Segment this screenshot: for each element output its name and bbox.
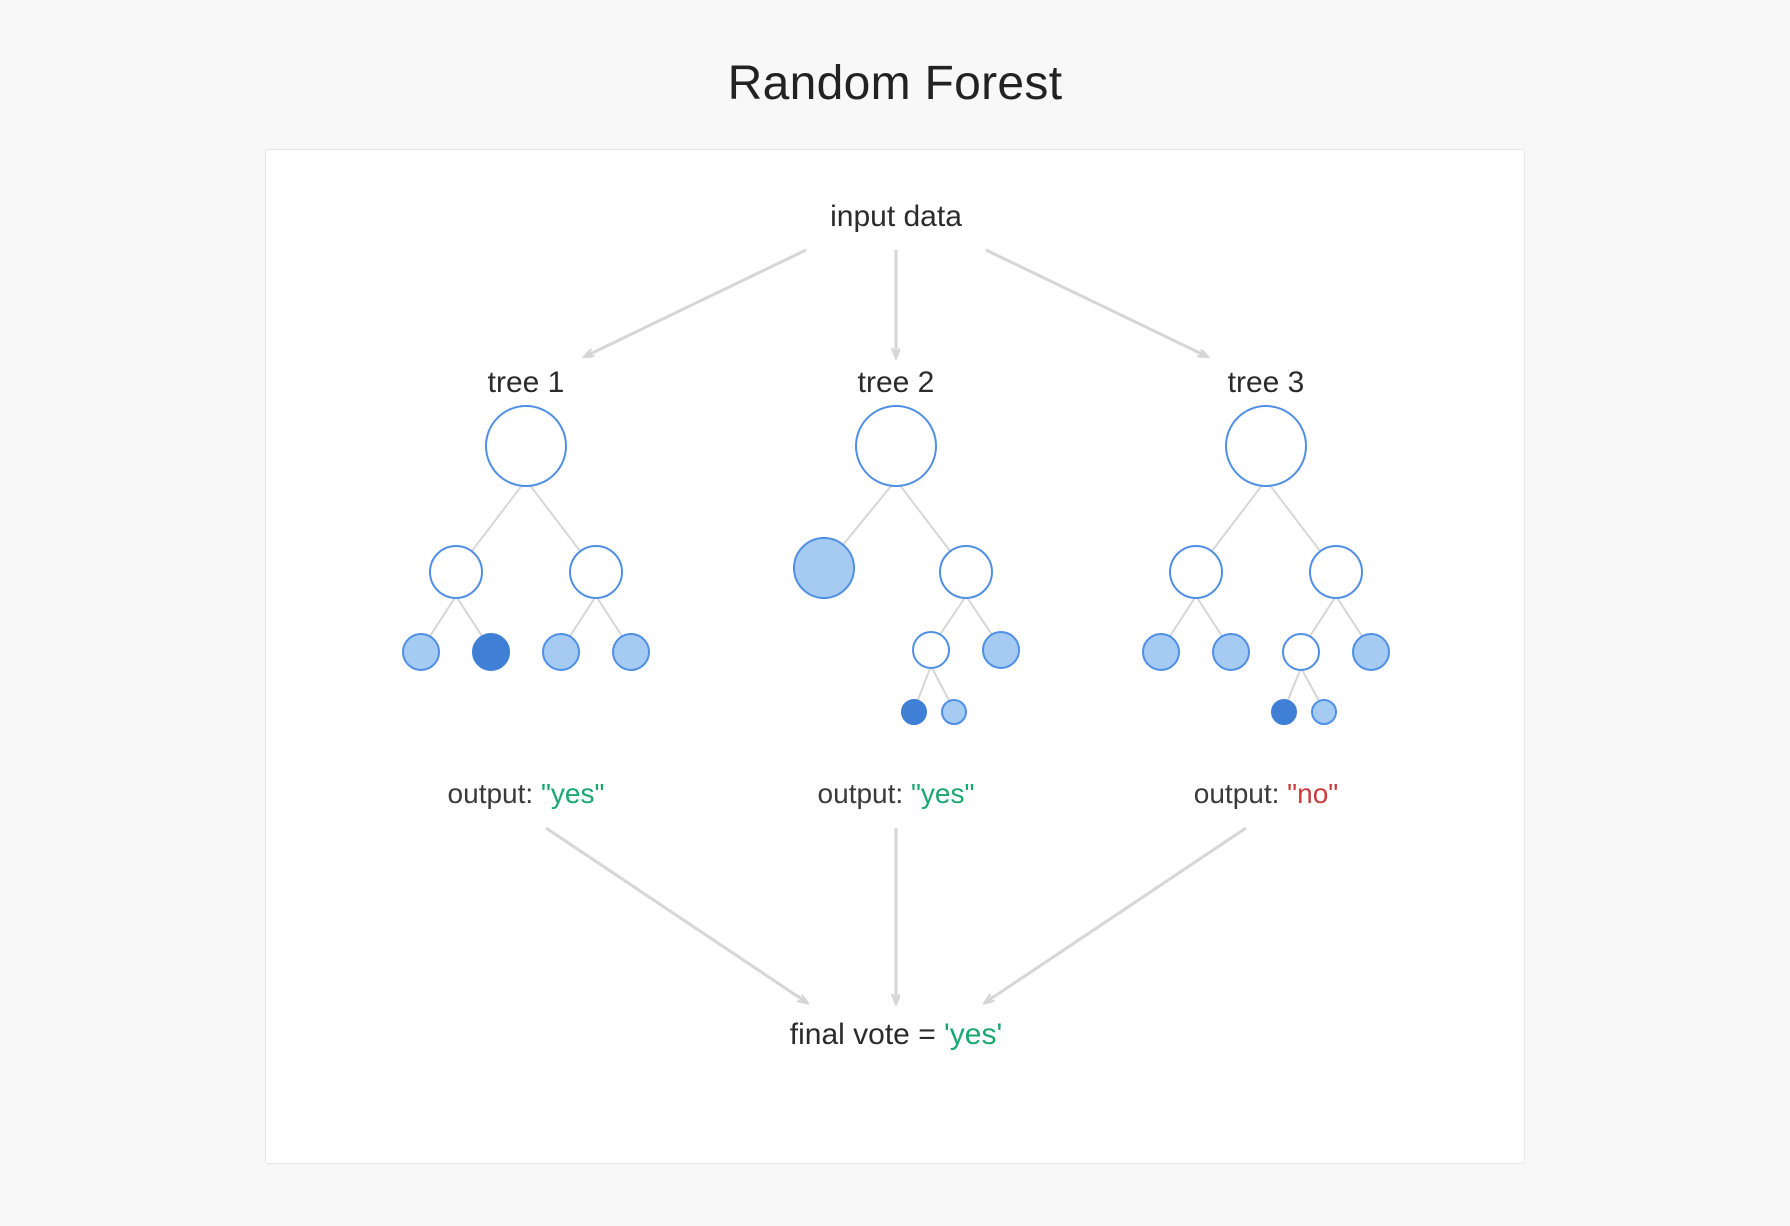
arrow-icon [986, 250, 1206, 356]
tree-node-icon [473, 634, 509, 670]
tree-node-icon [486, 406, 566, 486]
arrow-icon [986, 828, 1246, 1002]
diagram-panel: input data tree 1 tree 2 tree 3 output: … [265, 149, 1525, 1164]
input-arrows [586, 250, 1206, 356]
tree-2-graphic [794, 406, 1019, 724]
tree-node-icon [913, 632, 949, 668]
output-arrows [546, 828, 1246, 1002]
arrow-icon [586, 250, 806, 356]
tree-node-icon [1312, 700, 1336, 724]
tree-node-icon [543, 634, 579, 670]
tree-node-icon [1272, 700, 1296, 724]
tree-node-icon [613, 634, 649, 670]
tree-1-graphic [403, 406, 649, 670]
tree-node-icon [1143, 634, 1179, 670]
tree-node-icon [403, 634, 439, 670]
tree-node-icon [430, 546, 482, 598]
tree-node-icon [1310, 546, 1362, 598]
diagram-svg [266, 150, 1526, 1165]
tree-node-icon [942, 700, 966, 724]
tree-node-icon [1226, 406, 1306, 486]
tree-node-icon [794, 538, 854, 598]
arrow-icon [546, 828, 806, 1002]
tree-node-icon [1170, 546, 1222, 598]
diagram-title: Random Forest [0, 0, 1790, 111]
tree-3-graphic [1143, 406, 1389, 724]
tree-node-icon [902, 700, 926, 724]
tree-node-icon [1283, 634, 1319, 670]
tree-node-icon [940, 546, 992, 598]
tree-node-icon [983, 632, 1019, 668]
tree-node-icon [1213, 634, 1249, 670]
tree-node-icon [570, 546, 622, 598]
tree-node-icon [1353, 634, 1389, 670]
tree-node-icon [856, 406, 936, 486]
